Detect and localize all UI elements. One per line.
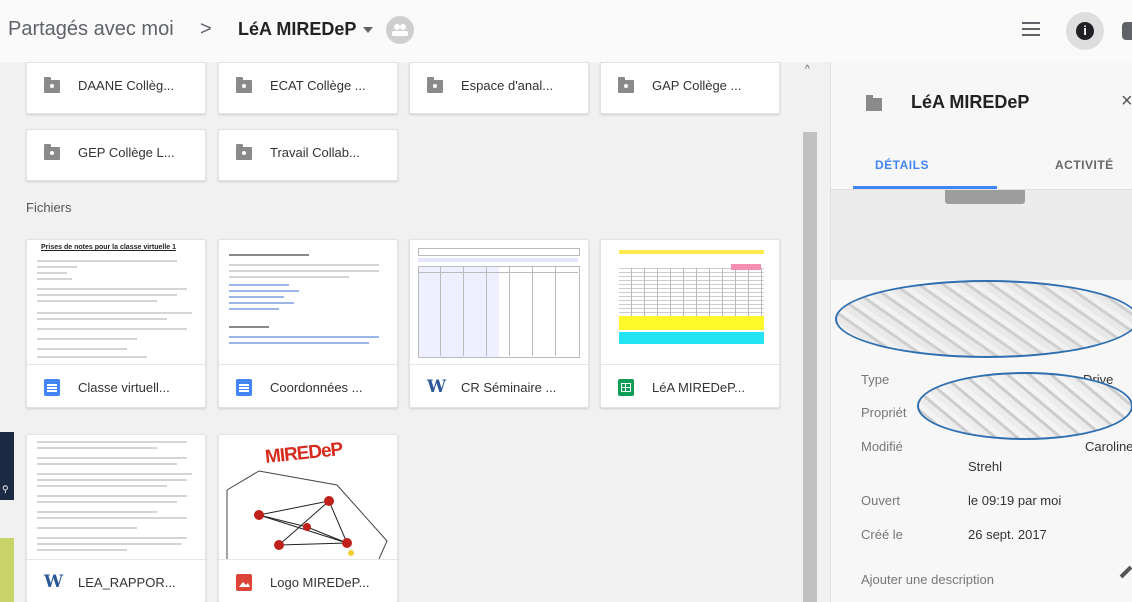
add-description-field[interactable]: Ajouter une description (861, 572, 994, 587)
folder-name: Travail Collab... (270, 145, 360, 160)
info-icon: i (1076, 22, 1094, 40)
redacted-area (917, 372, 1132, 440)
modified-value: Caroline (1085, 439, 1132, 454)
shared-folder-icon (44, 77, 60, 93)
tab-activity[interactable]: ACTIVITÉ (1055, 158, 1114, 172)
word-icon: W (44, 572, 64, 592)
file-card[interactable]: MIREDeP Logo MIREDeP... (218, 434, 398, 602)
opened-value: le 09:19 par moi (968, 493, 1062, 508)
logo-network-graphic (226, 470, 388, 559)
file-name: Logo MIREDeP... (270, 575, 370, 590)
preview-handle (945, 190, 1025, 204)
shared-people-icon[interactable] (386, 16, 414, 44)
google-docs-icon (44, 379, 60, 396)
folder-name: GEP Collège L... (78, 145, 175, 160)
file-card[interactable]: W CR Séminaire ... (409, 239, 589, 408)
shared-folder-icon (44, 144, 60, 160)
file-thumbnail (219, 240, 397, 365)
file-thumbnail (410, 240, 588, 365)
file-name: Classe virtuell... (78, 380, 170, 395)
shared-folder-icon (236, 77, 252, 93)
info-button[interactable]: i (1066, 12, 1104, 50)
thumb-title: Prises de notes pour la classe virtuelle… (41, 244, 177, 251)
files-section-label: Fichiers (26, 200, 72, 215)
folder-card[interactable]: DAANE Collèg... (26, 62, 206, 114)
file-name: Coordonnées ... (270, 380, 363, 395)
folder-card[interactable]: GEP Collège L... (26, 129, 206, 181)
file-thumbnail (601, 240, 779, 365)
top-bar: Partagés avec moi > LéA MIREDeP i (0, 0, 1132, 62)
shared-folder-icon (866, 95, 882, 111)
redacted-area (835, 280, 1132, 358)
image-file-icon (236, 574, 252, 591)
file-thumbnail: MIREDeP (219, 435, 397, 560)
file-name: LéA MIREDeP... (652, 380, 745, 395)
file-thumbnail (27, 435, 205, 560)
modified-label: Modifié (861, 439, 903, 454)
folder-name: Espace d'anal... (461, 78, 554, 93)
details-panel: LéA MIREDeP × DÉTAILS ACTIVITÉ Type Driv… (830, 62, 1132, 602)
shared-folder-icon (236, 144, 252, 160)
shared-folder-icon (427, 77, 443, 93)
scroll-up-icon[interactable]: ^ (805, 64, 810, 75)
side-panel-edge-green (0, 538, 14, 602)
breadcrumb-separator-icon: > (200, 18, 212, 40)
folder-card[interactable]: ECAT Collège ... (218, 62, 398, 114)
folder-name: GAP Collège ... (652, 78, 742, 93)
details-title: LéA MIREDeP (911, 92, 1030, 112)
folder-name: ECAT Collège ... (270, 78, 366, 93)
created-value: 26 sept. 2017 (968, 527, 1047, 542)
file-card[interactable]: Coordonnées ... (218, 239, 398, 408)
google-docs-icon (236, 379, 252, 396)
file-name: LEA_RAPPOR... (78, 575, 176, 590)
folder-name: DAANE Collèg... (78, 78, 175, 93)
scrollbar-thumb[interactable] (803, 132, 817, 602)
list-view-icon[interactable] (1022, 22, 1040, 36)
type-label: Type (861, 372, 890, 387)
settings-icon[interactable] (1122, 22, 1132, 40)
file-name: CR Séminaire ... (461, 380, 557, 395)
breadcrumb-current-folder[interactable]: LéA MIREDeP (238, 19, 356, 40)
breadcrumb-shared-with-me[interactable]: Partagés avec moi (8, 18, 174, 41)
modified-value-line2: Strehl (968, 459, 1002, 474)
created-label: Créé le (861, 527, 903, 542)
file-browser: DAANE Collèg... ECAT Collège ... Espace … (0, 62, 830, 602)
close-icon[interactable]: × (1121, 90, 1132, 113)
google-sheets-icon (618, 379, 634, 396)
search-icon[interactable]: ⚲ (2, 484, 9, 495)
opened-label: Ouvert (861, 493, 901, 508)
folder-card[interactable]: Travail Collab... (218, 129, 398, 181)
file-card[interactable]: LéA MIREDeP... (600, 239, 780, 408)
folder-card[interactable]: GAP Collège ... (600, 62, 780, 114)
chevron-down-icon[interactable] (363, 27, 373, 33)
edit-pencil-icon[interactable] (1119, 565, 1132, 579)
file-card[interactable]: Prises de notes pour la classe virtuelle… (26, 239, 206, 408)
folder-card[interactable]: Espace d'anal... (409, 62, 589, 114)
tab-details[interactable]: DÉTAILS (875, 158, 929, 172)
file-card[interactable]: W LEA_RAPPOR... (26, 434, 206, 602)
file-thumbnail: Prises de notes pour la classe virtuelle… (27, 240, 205, 365)
owner-label: Propriét (861, 405, 907, 420)
shared-folder-icon (618, 77, 634, 93)
word-icon: W (427, 377, 447, 397)
